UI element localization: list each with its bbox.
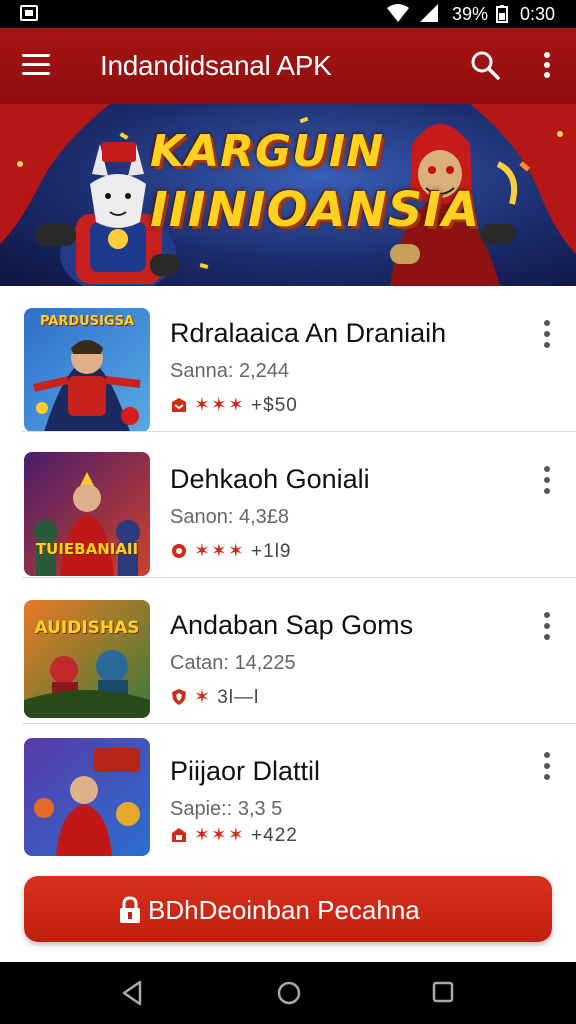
app-thumbnail: PARDUSIGSA: [24, 308, 150, 432]
app-subtitle: Sapie:: 3,3 5: [170, 798, 283, 820]
list-item[interactable]: TUIEBANIAII Dehkaoh Goniali Sanon: 4,3£8…: [0, 432, 576, 578]
battery-icon: [496, 5, 508, 23]
menu-icon[interactable]: [22, 54, 50, 76]
thumbnail-text: AUIDISHAS: [34, 618, 140, 638]
app-subtitle: Sanon: 4,3£8: [170, 506, 289, 528]
promo-banner[interactable]: KARGUIN IIINIOANSIA: [0, 104, 576, 286]
battery-percent: 39%: [452, 4, 489, 24]
app-price: 3l—l: [217, 687, 260, 708]
app-title: Dehkaoh Goniali: [170, 464, 370, 494]
more-vert-icon[interactable]: [540, 752, 554, 782]
app-price: +1l9: [251, 541, 292, 562]
download-button[interactable]: BDhDeoinban Pecahna: [24, 876, 552, 942]
system-nav-bar: [0, 962, 576, 1024]
home-icon[interactable]: [276, 980, 302, 1006]
status-time: 0:30: [520, 4, 556, 24]
badge-icon: [172, 828, 186, 842]
signal-icon: [420, 4, 438, 22]
search-icon[interactable]: [470, 50, 500, 80]
rating-stars: ✶✶✶ +$50: [194, 395, 298, 416]
thumbnail-text: TUIEBANIAII: [35, 540, 139, 558]
badge-icon: [172, 544, 186, 558]
shield-icon: [172, 689, 186, 705]
app-thumbnail: [24, 738, 150, 856]
lock-icon: [120, 896, 140, 923]
badge-icon: [172, 398, 186, 412]
notification-icon: [20, 5, 38, 21]
app-title: Indandidsanal APK: [100, 50, 332, 81]
app-subtitle: Sanna: 2,244: [170, 360, 289, 382]
app-thumbnail: AUIDISHAS: [24, 600, 150, 718]
rating-stars: ✶✶✶ +422: [194, 825, 298, 846]
banner-headline: KARGUIN: [150, 126, 385, 177]
list-item[interactable]: Piijaor Dlattil Sapie:: 3,3 5 ✶✶✶ +422: [0, 724, 576, 856]
wifi-icon: [387, 4, 409, 22]
more-vert-icon[interactable]: [540, 320, 554, 350]
status-bar: 39% 0:30: [0, 0, 576, 28]
recents-icon[interactable]: [432, 980, 454, 1004]
back-icon[interactable]: [120, 980, 144, 1006]
app-thumbnail: TUIEBANIAII: [24, 452, 150, 576]
app-list: PARDUSIGSA Rdralaaica An Draniaih Sanna:…: [0, 286, 576, 856]
app-subtitle: Catan: 14,225: [170, 652, 296, 674]
list-item[interactable]: AUIDISHAS Andaban Sap Goms Catan: 14,225…: [0, 578, 576, 724]
cta-container: BDhDeoinban Pecahna: [0, 856, 576, 962]
list-item[interactable]: PARDUSIGSA Rdralaaica An Draniaih Sanna:…: [0, 286, 576, 432]
app-bar: Indandidsanal APK: [0, 28, 576, 104]
app-price: +422: [251, 825, 298, 846]
app-title: Piijaor Dlattil: [170, 756, 321, 786]
more-vert-icon[interactable]: [540, 466, 554, 496]
rating-stars: ✶ 3l—l: [194, 687, 260, 708]
app-price: +$50: [251, 395, 298, 416]
more-vert-icon[interactable]: [540, 612, 554, 642]
more-vert-icon[interactable]: [540, 52, 554, 80]
app-title: Rdralaaica An Draniaih: [170, 318, 447, 348]
download-button-label: BDhDeoinban Pecahna: [148, 895, 420, 925]
app-title: Andaban Sap Goms: [170, 610, 414, 640]
rating-stars: ✶✶✶ +1l9: [194, 541, 292, 562]
banner-subheadline: IIINIOANSIA: [150, 182, 481, 238]
thumbnail-text: PARDUSIGSA: [39, 314, 135, 329]
